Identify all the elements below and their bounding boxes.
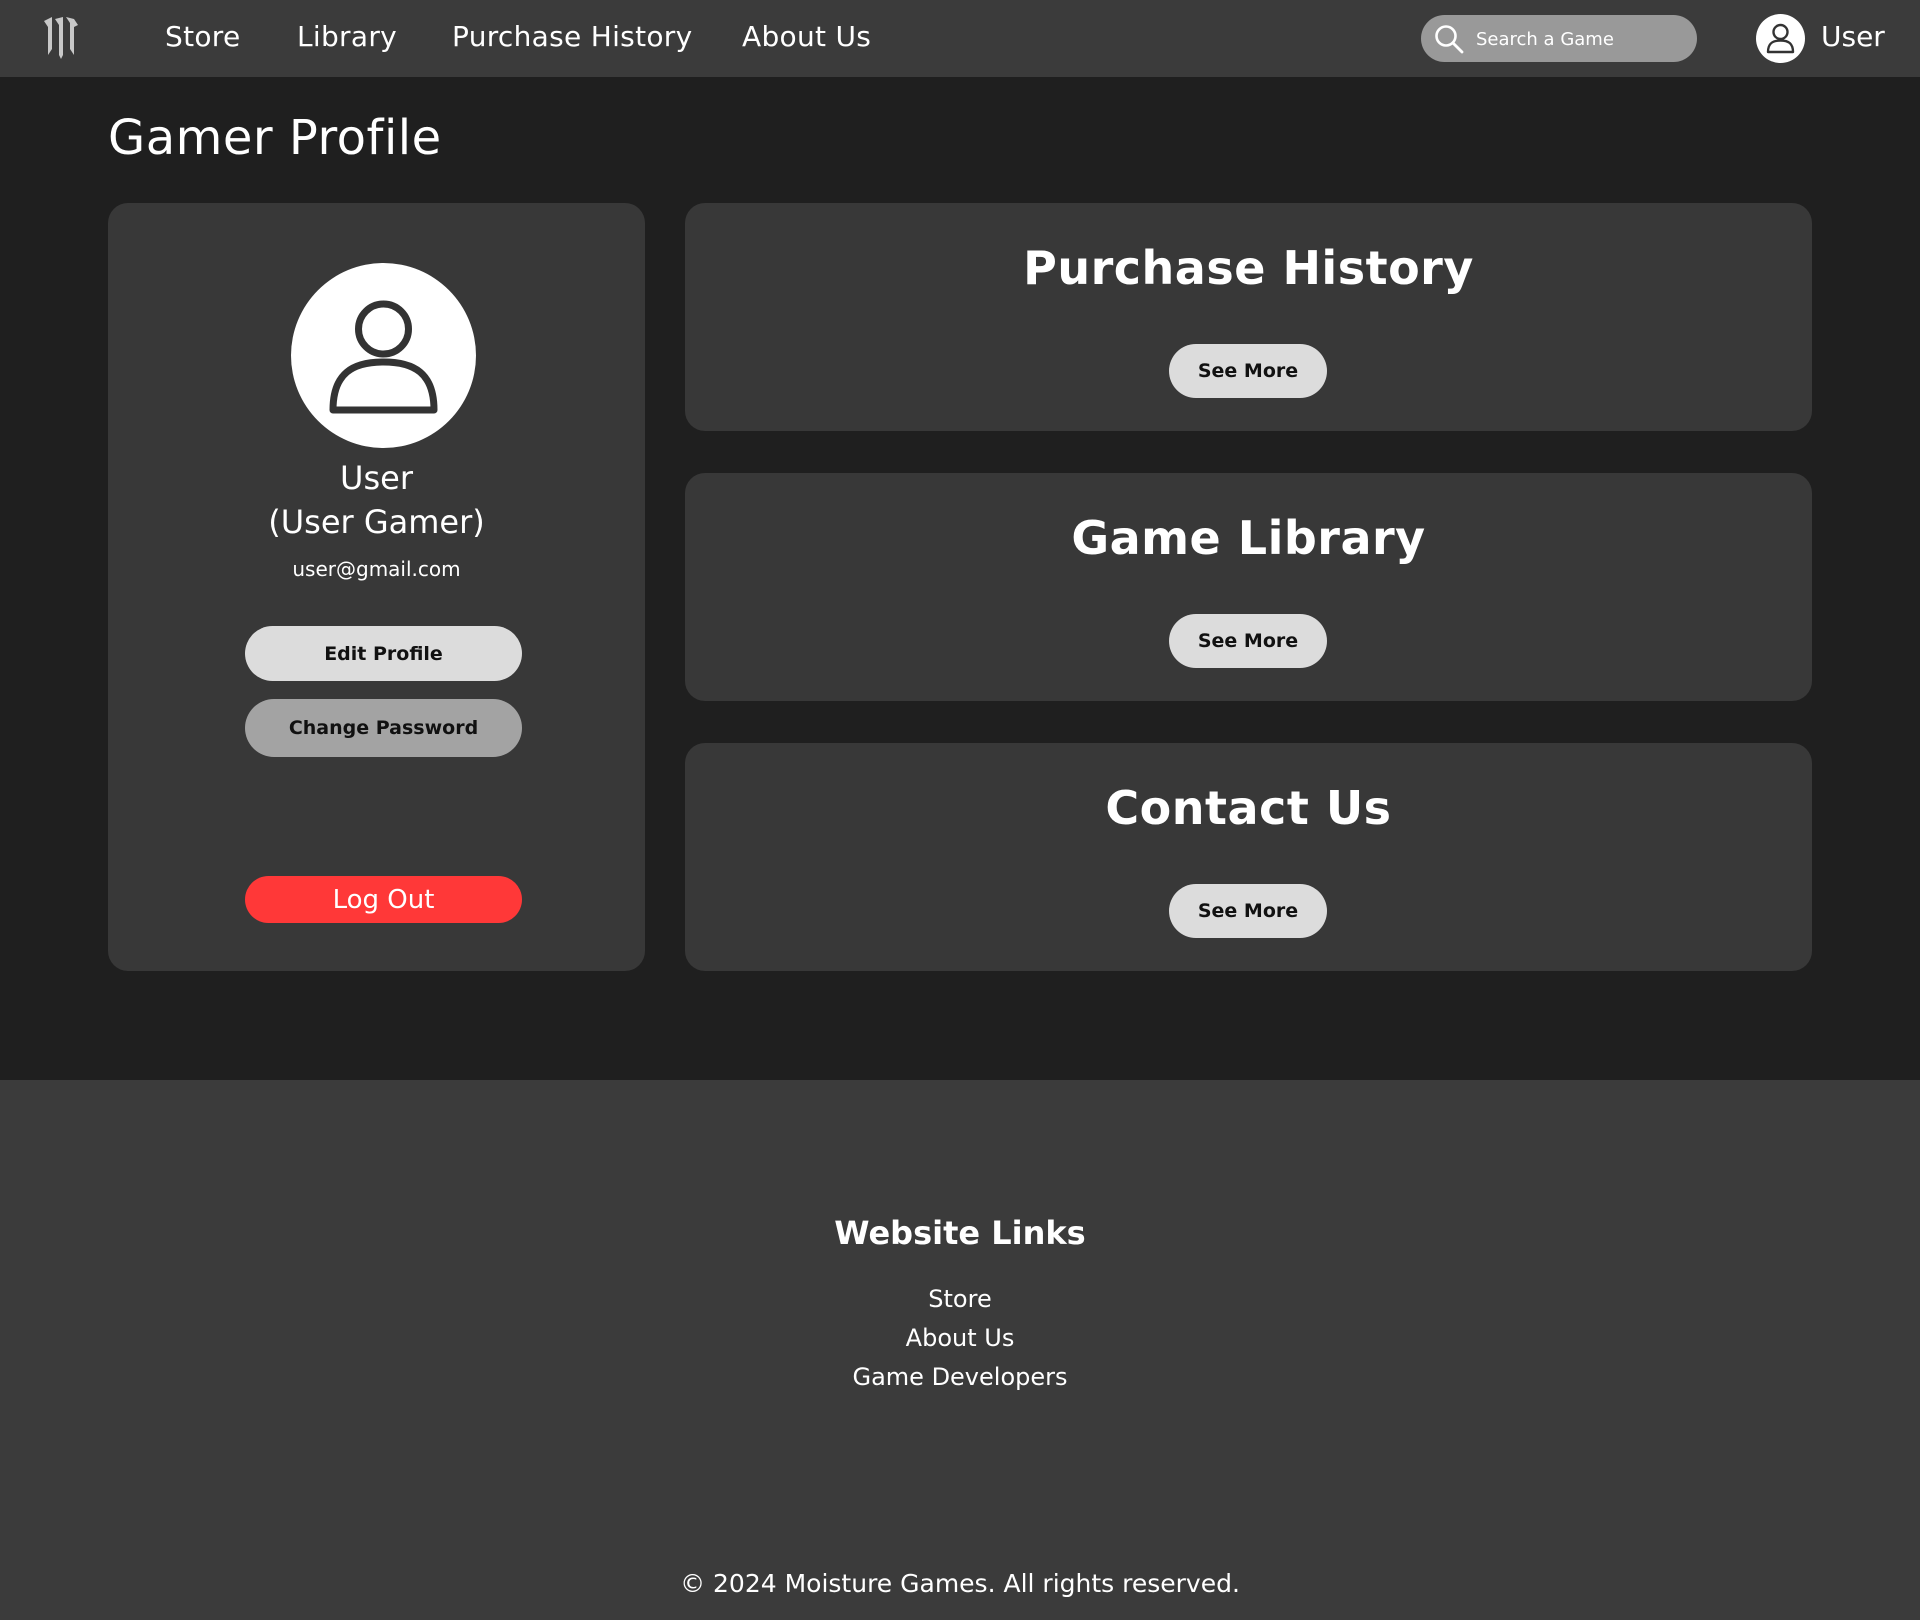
- user-menu-label[interactable]: User: [1821, 20, 1885, 53]
- log-out-button[interactable]: Log Out: [245, 876, 522, 923]
- footer-link-about-us[interactable]: About Us: [0, 1324, 1920, 1352]
- footer: Website Links Store About Us Game Develo…: [0, 1080, 1920, 1620]
- change-password-button[interactable]: Change Password: [245, 699, 522, 757]
- top-nav: Store Library Purchase History About Us …: [0, 0, 1920, 77]
- profile-name: User: [340, 459, 413, 497]
- user-avatar-button[interactable]: [1756, 14, 1805, 63]
- contact-us-card: Contact Us See More: [685, 743, 1812, 971]
- purchase-history-see-more-button[interactable]: See More: [1169, 344, 1327, 398]
- search-bar[interactable]: [1421, 15, 1697, 62]
- user-icon: [329, 300, 438, 414]
- nav-purchase-history[interactable]: Purchase History: [452, 20, 692, 53]
- nav-about-us[interactable]: About Us: [742, 20, 871, 53]
- nav-store[interactable]: Store: [165, 20, 241, 53]
- footer-heading: Website Links: [834, 1214, 1086, 1252]
- purchase-history-card: Purchase History See More: [685, 203, 1812, 431]
- user-icon: [1766, 23, 1795, 54]
- game-library-see-more-button[interactable]: See More: [1169, 614, 1327, 668]
- copyright-text: © 2024 Moisture Games. All rights reserv…: [680, 1569, 1240, 1598]
- contact-us-see-more-button[interactable]: See More: [1169, 884, 1327, 938]
- edit-profile-button[interactable]: Edit Profile: [245, 626, 522, 681]
- moisture-games-logo-icon[interactable]: [40, 15, 82, 61]
- game-library-card: Game Library See More: [685, 473, 1812, 701]
- profile-email: user@gmail.com: [292, 557, 461, 581]
- section-title: Purchase History: [1023, 241, 1474, 295]
- section-title: Game Library: [1071, 511, 1426, 565]
- nav-library[interactable]: Library: [297, 20, 397, 53]
- avatar: [291, 263, 476, 448]
- section-title: Contact Us: [1105, 781, 1392, 835]
- footer-link-store[interactable]: Store: [0, 1285, 1920, 1313]
- footer-link-game-developers[interactable]: Game Developers: [0, 1363, 1920, 1391]
- search-input[interactable]: [1476, 23, 1686, 55]
- profile-card: User (User Gamer) user@gmail.com Edit Pr…: [108, 203, 645, 971]
- profile-role: (User Gamer): [268, 503, 485, 541]
- search-icon[interactable]: [1433, 23, 1465, 55]
- page-title: Gamer Profile: [108, 110, 442, 166]
